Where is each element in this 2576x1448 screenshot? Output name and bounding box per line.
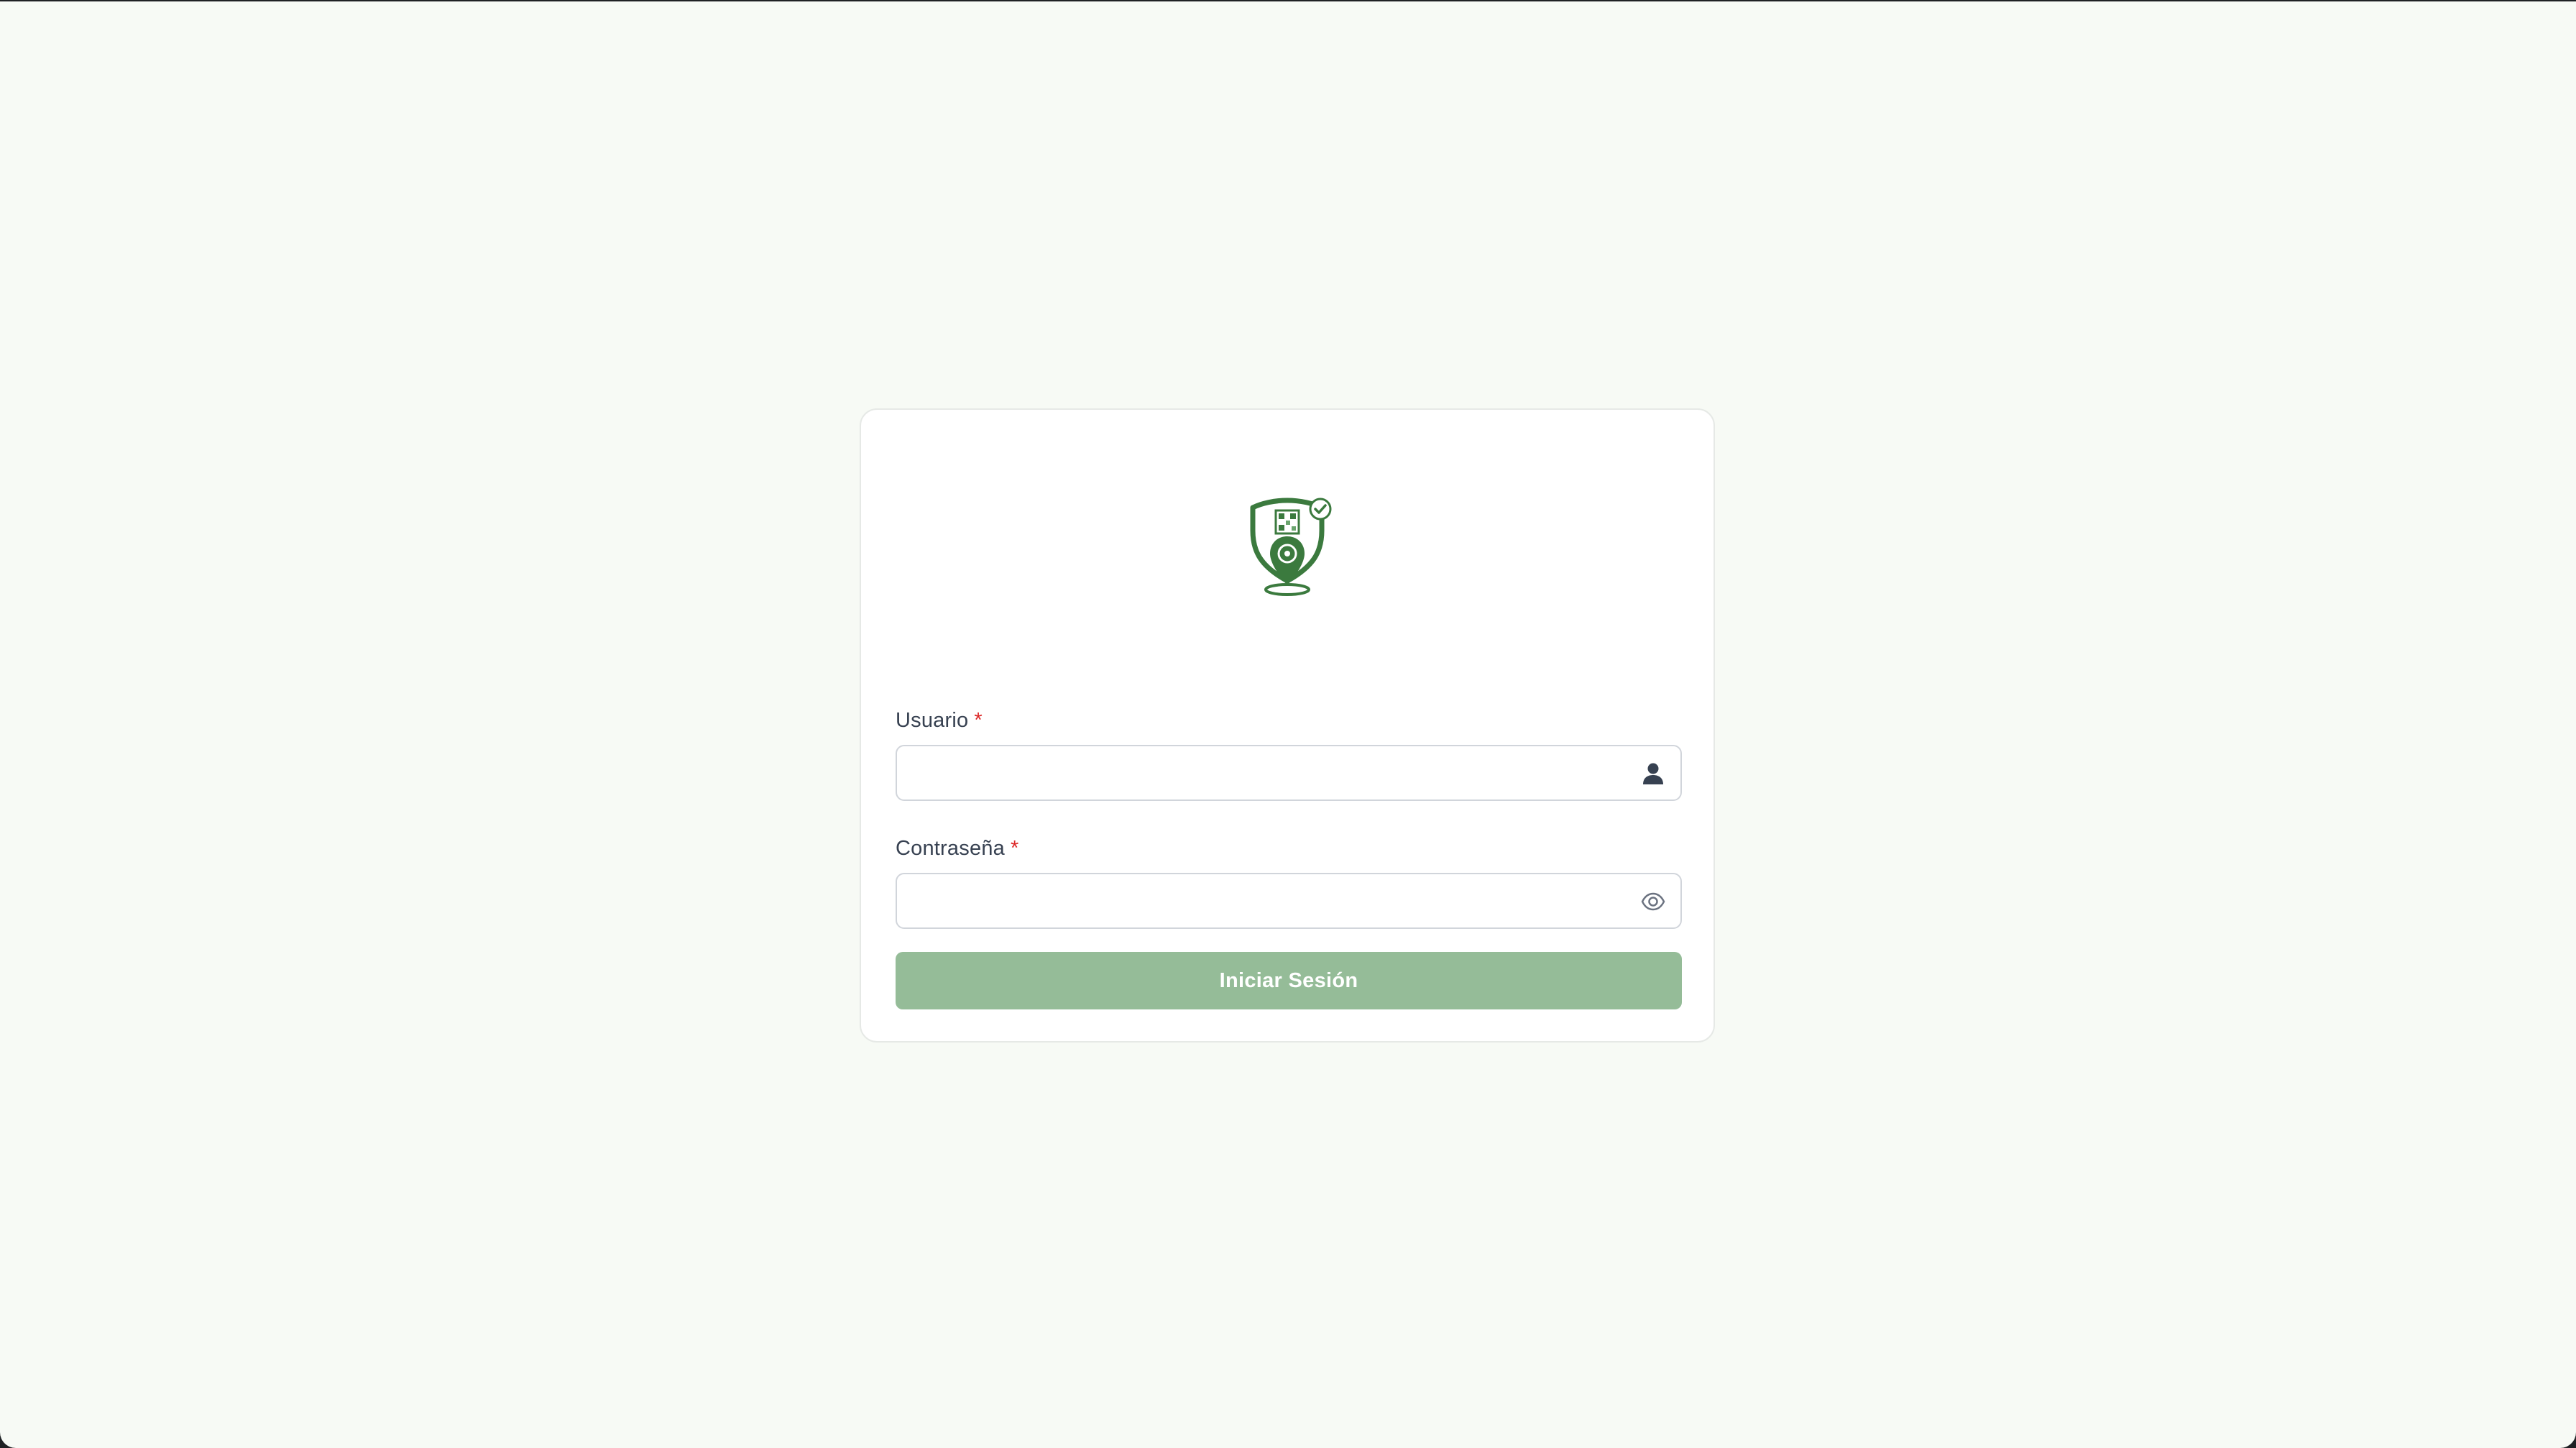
login-card: Usuario * Contraseña * Iniciar Sesión [860, 408, 1715, 1043]
required-mark: * [1010, 837, 1019, 860]
required-mark: * [974, 709, 983, 732]
user-icon [1640, 761, 1666, 787]
eye-icon[interactable] [1640, 889, 1666, 915]
username-field[interactable] [896, 745, 1682, 801]
password-input[interactable] [897, 874, 1680, 927]
login-button[interactable]: Iniciar Sesión [896, 952, 1682, 1009]
shield-map-pin-logo-icon [1250, 498, 1332, 596]
username-label-text: Usuario [896, 709, 969, 732]
password-label: Contraseña * [896, 837, 1018, 861]
app-logo [1246, 495, 1335, 601]
username-input[interactable] [897, 746, 1680, 799]
login-screen: Usuario * Contraseña * Iniciar Sesión [0, 1, 2576, 1448]
username-label: Usuario * [896, 709, 983, 733]
password-field[interactable] [896, 873, 1682, 929]
password-label-text: Contraseña [896, 837, 1005, 860]
